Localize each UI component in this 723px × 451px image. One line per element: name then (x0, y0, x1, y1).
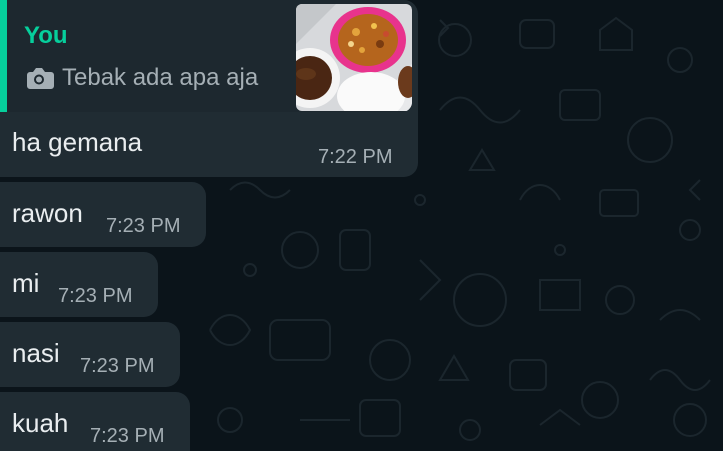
message-text: kuah (12, 408, 69, 438)
message-text: rawon (12, 198, 83, 228)
message-text: nasi (12, 338, 60, 368)
reply-message-bubble[interactable]: You Tebak ada apa aja ha gemana 7:22 PM (0, 0, 418, 177)
message-bubble[interactable]: kuah 7:23 PM (0, 392, 190, 451)
quote-author: You (24, 22, 68, 49)
food-photo-thumbnail[interactable] (296, 4, 412, 111)
message-time: 7:23 PM (90, 425, 165, 447)
quote-accent-bar (0, 0, 7, 112)
message-time: 7:23 PM (58, 285, 133, 307)
quote-caption-text: Tebak ada apa aja (62, 64, 259, 91)
message-time: 7:22 PM (318, 146, 393, 168)
message-text: mi (12, 268, 40, 298)
message-time: 7:23 PM (106, 215, 181, 237)
quote-caption-row: Tebak ada apa aja (24, 63, 258, 93)
message-bubble[interactable]: mi 7:23 PM (0, 252, 158, 317)
camera-icon (27, 68, 54, 89)
message-bubble[interactable]: rawon 7:23 PM (0, 182, 206, 247)
quoted-message[interactable]: You Tebak ada apa aja (0, 0, 412, 112)
message-time: 7:23 PM (80, 355, 155, 377)
message-bubble[interactable]: nasi 7:23 PM (0, 322, 180, 387)
message-text: ha gemana (12, 127, 143, 157)
